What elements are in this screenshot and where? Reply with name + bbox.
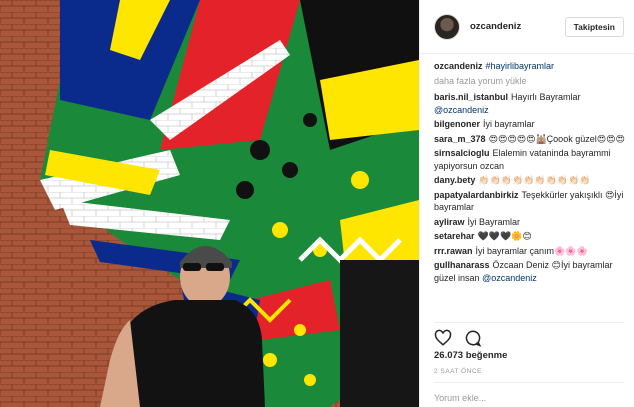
load-more-comments[interactable]: daha fazla yorum yükle [434,75,628,88]
follow-button[interactable]: Takiptesin [564,16,624,37]
comment-item: rrr.rawan İyi bayramlar çanım🌸🌸🌸 [434,245,628,258]
comment-username[interactable]: ayliraw [434,217,465,227]
comment-item: setarehar 🖤🖤🖤🌼😊 [434,230,628,243]
heart-icon[interactable] [434,329,452,347]
comment-text: 🖤🖤🖤🌼😊 [477,231,532,241]
comment-item: sara_m_378 😍😍😍😍😍🕍Çoook güzel😍😍😍 [434,133,628,146]
comment-text: İyi bayramlar çanım🌸🌸🌸 [475,245,588,256]
caption: ozcandeniz #hayirlibayramlar [434,60,628,73]
comment-text: İyi bayramlar [483,119,535,129]
comment-username[interactable]: gullhanarass [434,260,490,270]
comment-fade [434,306,628,318]
comment-item: bilgenoner İyi bayramlar [434,118,628,131]
comment-text: İyi Bayramlar [467,216,521,227]
comment-item: baris.nil_istanbul Hayırlı Bayramlar @ozc… [434,91,628,116]
comment-item: dany.bety 👏🏻👏🏻👏🏻👏🏻👏🏻👏🏻👏🏻👏🏻👏🏻👏🏻 [434,174,628,187]
post-header: ozcandeniz Takiptesin [420,0,634,54]
comment-username[interactable]: baris.nil_istanbul [434,92,508,102]
comment-text: 👏🏻👏🏻👏🏻👏🏻👏🏻👏🏻👏🏻👏🏻👏🏻👏🏻 [478,175,591,185]
comment-username[interactable]: papatyalardanbirkiz [434,190,519,200]
comment-text: 😍😍😍😍😍🕍Çoook güzel😍😍😍 [488,133,625,144]
comment-list: ozcandeniz #hayirlibayramlar daha fazla y… [434,60,628,318]
comment-mention[interactable]: @ozcandeniz [482,273,537,283]
post-photo [0,0,419,407]
avatar[interactable] [434,13,460,40]
caption-username[interactable]: ozcandeniz [434,61,483,71]
post-side-panel: ozcandeniz Takiptesin ozcandeniz #hayirli… [419,0,634,407]
comment-text: Hayırlı Bayramlar [511,92,581,102]
comment-item: sirnsalcioglu Elalemin vataninda bayrammi… [434,147,628,172]
comment-username[interactable]: rrr.rawan [434,246,473,256]
comment-username[interactable]: bilgenoner [434,119,480,129]
like-count[interactable]: 26.073 beğenme [434,350,507,361]
comment-item: papatyalardanbirkiz Teşekkürler yakışıklı… [434,189,628,214]
comment-mention[interactable]: @ozcandeniz [434,105,489,115]
comment-username[interactable]: sirnsalcioglu [434,148,490,158]
comment-username[interactable]: setarehar [434,231,475,241]
comment-username[interactable]: dany.bety [434,175,475,185]
caption-hashtag[interactable]: #hayirlibayramlar [486,61,555,71]
username[interactable]: ozcandeniz [470,21,565,32]
comment-username[interactable]: sara_m_378 [434,134,486,144]
action-bar [434,322,624,347]
comment-icon[interactable] [464,329,482,347]
post-time[interactable]: 2 SAAT ÖNCE [434,368,482,375]
comment-item: ayliraw İyi Bayramlar [434,216,628,229]
comment-item: gullhanarass Özcaan Deniz 😊İyi bayramlar … [434,259,628,284]
add-comment-input[interactable]: Yorum ekle... [434,382,624,403]
